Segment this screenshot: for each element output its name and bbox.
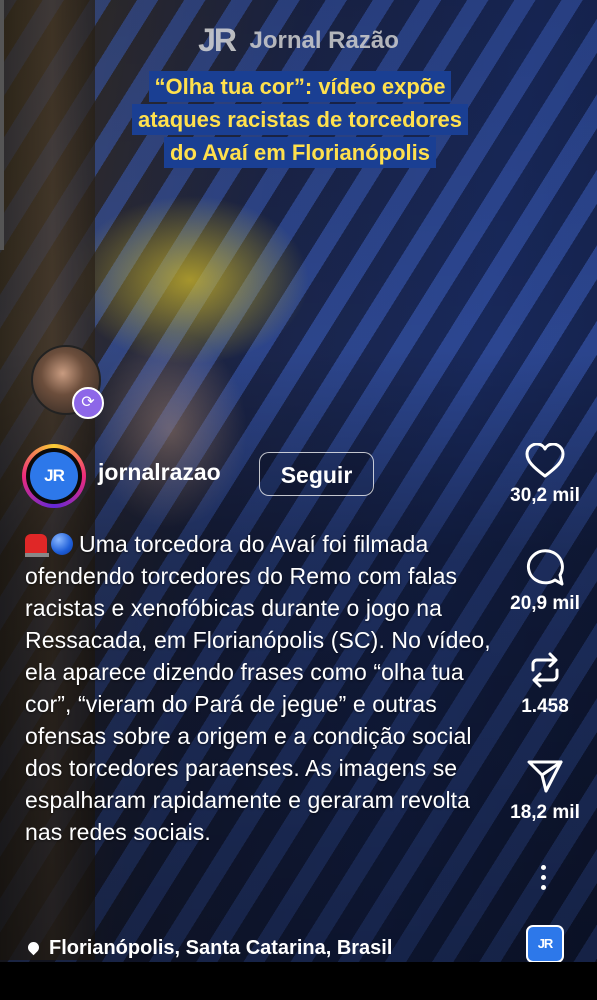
like-count: 30,2 mil [510, 485, 580, 506]
heart-icon [525, 443, 565, 478]
headline-line: “Olha tua cor”: vídeo expõe [148, 71, 452, 102]
avatar-frame: JR [26, 448, 82, 504]
watermark-name: Jornal Razão [249, 26, 399, 54]
location-pin-icon [25, 939, 42, 956]
remix-icon: ⟳ [72, 387, 104, 419]
repost-count: 1.458 [521, 696, 569, 717]
comment-icon [526, 549, 564, 586]
video-headline: “Olha tua cor”: vídeo expõe ataques raci… [95, 70, 505, 169]
audio-thumbnail[interactable]: JR [526, 925, 564, 963]
share-button[interactable]: 18,2 mil [500, 756, 590, 824]
comment-button[interactable]: 20,9 mil [500, 547, 590, 615]
more-icon [528, 865, 558, 890]
more-button[interactable] [528, 865, 558, 895]
reel-viewer[interactable]: JR Jornal Razão “Olha tua cor”: vídeo ex… [0, 0, 597, 1000]
video-watermark: JR Jornal Razão [0, 22, 597, 59]
caption-text: Uma torcedora do Avaí foi filmada ofende… [25, 531, 491, 845]
headline-line: ataques racistas de torcedores [131, 104, 469, 135]
location-text: Florianópolis, Santa Catarina, Brasil [49, 937, 393, 959]
share-count: 18,2 mil [510, 802, 580, 823]
profile-avatar[interactable]: JR [22, 444, 86, 508]
location-tag[interactable]: Florianópolis, Santa Catarina, Brasil [25, 937, 392, 960]
watermark-logo: JR [198, 22, 237, 58]
like-button[interactable]: 30,2 mil [500, 443, 590, 507]
post-caption[interactable]: Uma torcedora do Avaí foi filmada ofende… [25, 528, 507, 848]
headline-line: do Avaí em Florianópolis [164, 137, 436, 168]
bottom-bar [0, 962, 597, 1000]
username[interactable]: jornalrazao [98, 459, 221, 486]
send-icon [527, 760, 563, 793]
siren-emoji-icon [25, 534, 49, 557]
repost-icon [531, 652, 559, 688]
repost-button[interactable]: 1.458 [500, 650, 590, 718]
follow-button[interactable]: Seguir [259, 452, 374, 496]
blue-circle-emoji-icon [51, 533, 73, 555]
profile-logo: JR [30, 452, 78, 500]
comment-count: 20,9 mil [510, 593, 580, 614]
